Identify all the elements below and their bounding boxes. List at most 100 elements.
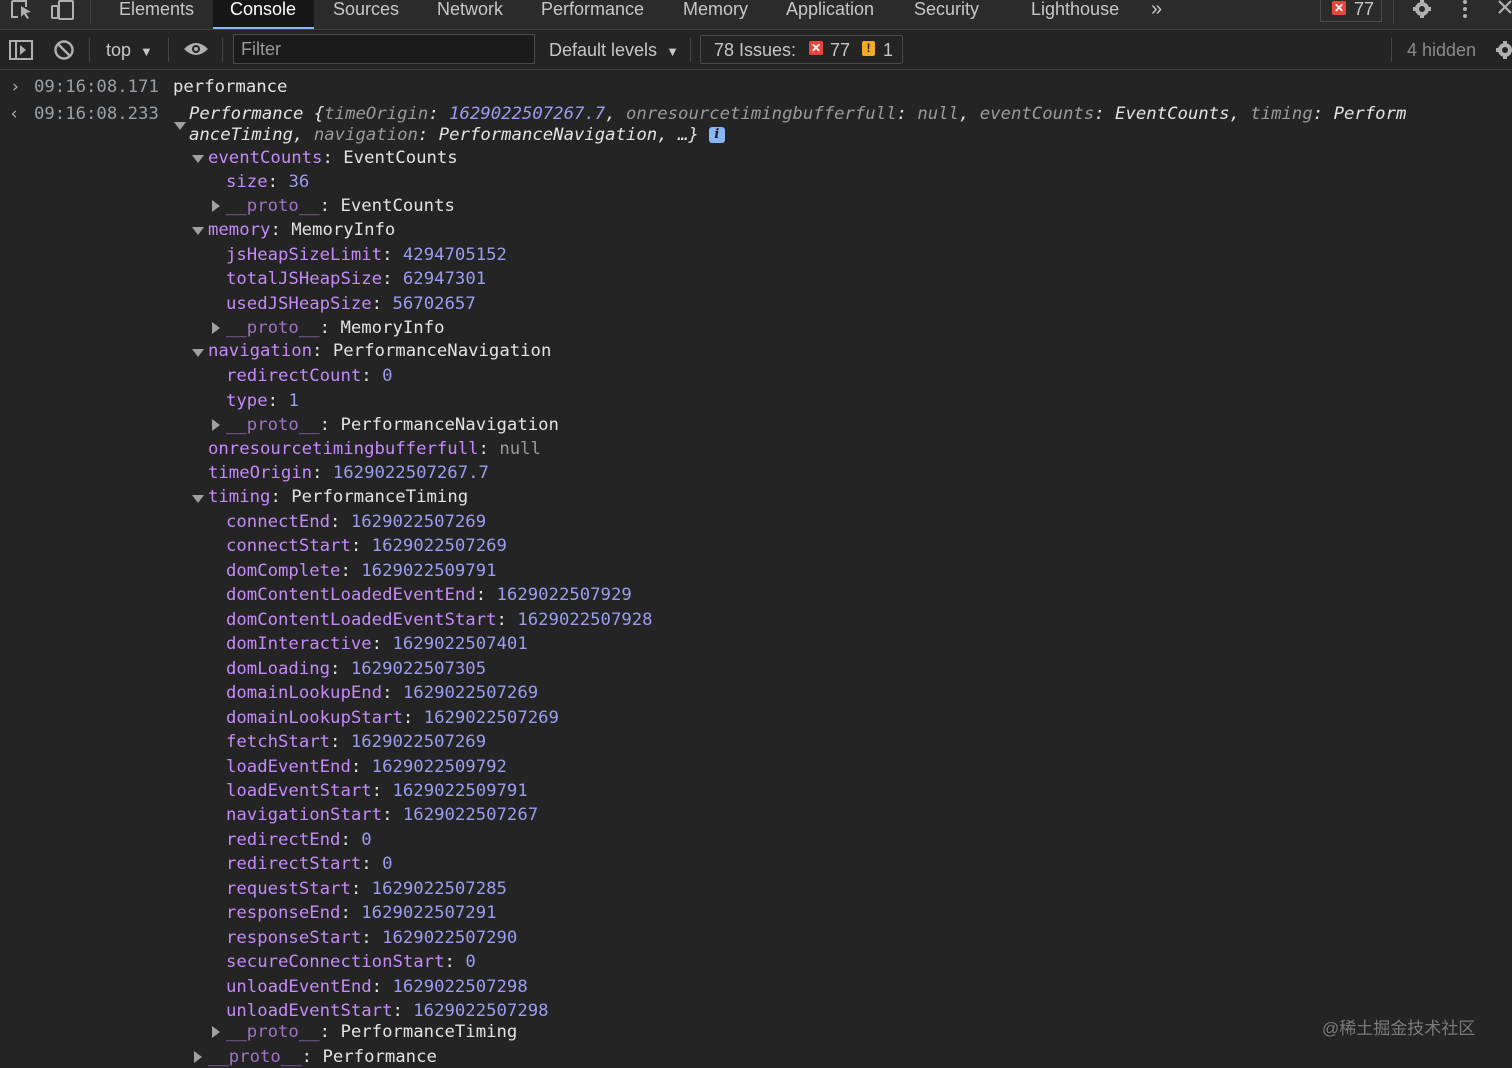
tab-elements[interactable]: Elements xyxy=(119,0,194,29)
property-key: domLoading xyxy=(226,658,331,679)
property-value: 4294705152 xyxy=(402,245,507,265)
timing-property-row: domainLookupStart: 1629022507269 xyxy=(226,707,559,728)
log-levels-dropdown[interactable]: Default levels ▼ xyxy=(549,40,679,62)
property-key: redirectStart xyxy=(226,854,362,875)
live-expression-eye-icon[interactable] xyxy=(183,41,209,57)
timing-property-row: redirectEnd: 0 xyxy=(226,829,372,850)
memory-property-row: totalJSHeapSize: 62947301 xyxy=(226,269,487,290)
clear-console-icon[interactable] xyxy=(53,39,75,61)
property-value: 1629022509792 xyxy=(371,756,507,777)
memory-property-row: jsHeapSizeLimit: 4294705152 xyxy=(226,245,507,265)
timing-property-row: navigationStart: 1629022507267 xyxy=(226,805,539,826)
expand-memory-toggle[interactable] xyxy=(192,227,204,235)
property-key: loadEventEnd xyxy=(226,756,351,777)
devtools-tab-bar: Elements Console Sources Network Perform… xyxy=(0,0,1512,30)
property-value: 1629022507298 xyxy=(413,1001,549,1021)
tab-performance[interactable]: Performance xyxy=(541,0,644,29)
property-key: domContentLoadedEventEnd xyxy=(226,585,476,606)
expand-timing-toggle[interactable] xyxy=(192,495,204,503)
error-count: 77 xyxy=(1354,0,1375,19)
property-key: connectStart xyxy=(226,536,351,557)
issues-error-count: 77 xyxy=(830,40,851,60)
issues-label: 78 Issues: xyxy=(714,40,797,60)
tab-sources[interactable]: Sources xyxy=(333,0,399,29)
input-prompt-icon: › xyxy=(10,77,21,97)
levels-label: Default levels xyxy=(549,40,658,60)
property-key: redirectEnd xyxy=(226,829,341,850)
filter-input[interactable] xyxy=(233,34,535,64)
watermark: @稀土掘金技术社区 xyxy=(1322,1019,1476,1038)
property-value: 1629022507269 xyxy=(350,732,487,753)
eventcounts-row[interactable]: eventCounts: EventCounts xyxy=(208,147,458,169)
timing-property-row: loadEventStart: 1629022509791 xyxy=(226,780,528,801)
property-key: redirectCount xyxy=(226,366,362,386)
timeorigin-row: timeOrigin: 1629022507267.7 xyxy=(208,463,489,483)
double-chevron-right-icon[interactable]: » xyxy=(1151,0,1162,29)
expand-proto-toggle[interactable] xyxy=(212,419,220,431)
error-icon: ✕ xyxy=(1332,1,1346,15)
property-value: 1629022507290 xyxy=(382,927,518,948)
tab-security[interactable]: Security xyxy=(914,0,979,29)
performance-summary[interactable]: Performance {timeOrigin: 1629022507267.7… xyxy=(189,103,1406,125)
expand-navigation-toggle[interactable] xyxy=(192,349,204,357)
property-value: 1629022507305 xyxy=(350,658,487,679)
close-icon[interactable] xyxy=(1496,0,1512,18)
property-value: 62947301 xyxy=(402,269,487,290)
tab-memory[interactable]: Memory xyxy=(683,0,748,29)
expand-proto-toggle[interactable] xyxy=(212,322,220,334)
timing-property-row: domainLookupEnd: 1629022507269 xyxy=(226,683,539,704)
dropdown-arrow-icon: ▼ xyxy=(666,44,679,59)
timing-property-row: requestStart: 1629022507285 xyxy=(226,878,507,899)
eventcounts-size-row: size: 36 xyxy=(226,172,310,192)
expand-proto-toggle[interactable] xyxy=(212,1026,220,1038)
device-toolbar-icon[interactable] xyxy=(50,0,76,20)
timing-property-row: unloadEventEnd: 1629022507298 xyxy=(226,976,528,997)
timing-row[interactable]: timing: PerformanceTiming xyxy=(208,486,468,508)
tab-network[interactable]: Network xyxy=(437,0,503,29)
timing-proto-row[interactable]: __proto__: PerformanceTiming xyxy=(226,1021,517,1043)
timing-property-row: domContentLoadedEventStart: 162902250792… xyxy=(226,609,653,630)
expand-proto-toggle[interactable] xyxy=(194,1051,202,1063)
performance-proto-row[interactable]: __proto__: Performance xyxy=(208,1046,437,1068)
expand-performance-toggle[interactable] xyxy=(174,122,186,130)
property-value: 1629022507298 xyxy=(392,976,528,997)
tab-lighthouse[interactable]: Lighthouse xyxy=(1031,0,1119,29)
issues-button[interactable]: 78 Issues: ✕ 77 ! 1 xyxy=(700,35,903,64)
property-value: 1629022509791 xyxy=(361,560,497,581)
property-value: 1629022507267 xyxy=(402,805,539,826)
property-key: secureConnectionStart xyxy=(226,952,445,973)
property-value: 1629022507285 xyxy=(371,878,507,899)
settings-gear-icon[interactable] xyxy=(1410,0,1434,20)
context-selector[interactable]: top ▼ xyxy=(106,40,153,62)
property-key: domComplete xyxy=(226,560,341,581)
info-icon[interactable]: i xyxy=(708,127,725,143)
property-key: responseEnd xyxy=(226,903,341,924)
more-options-icon[interactable] xyxy=(1459,0,1471,20)
error-counter[interactable]: ✕ 77 xyxy=(1320,0,1382,22)
timing-property-row: domLoading: 1629022507305 xyxy=(226,658,487,679)
console-settings-gear-icon[interactable] xyxy=(1494,39,1512,61)
memory-row[interactable]: memory: MemoryInfo xyxy=(208,219,395,241)
property-value: 1629022507291 xyxy=(361,903,497,924)
property-value: 1629022509791 xyxy=(392,780,528,801)
console-toolbar: top ▼ Default levels ▼ 78 Issues: ✕ 77 !… xyxy=(0,30,1512,70)
property-value: 1629022507269 xyxy=(350,512,487,532)
timing-property-row: secureConnectionStart: 0 xyxy=(226,952,476,973)
sidebar-toggle-icon[interactable] xyxy=(9,39,33,61)
tab-application[interactable]: Application xyxy=(786,0,874,29)
input-timestamp: 09:16:08.171 xyxy=(34,77,159,97)
property-value: 1629022507401 xyxy=(392,634,528,655)
memory-property-row: usedJSHeapSize: 56702657 xyxy=(226,293,476,314)
navigation-row[interactable]: navigation: PerformanceNavigation xyxy=(208,340,551,362)
navigation-proto-row[interactable]: __proto__: PerformanceNavigation xyxy=(226,414,559,436)
tab-console[interactable]: Console xyxy=(213,0,315,29)
eventcounts-proto-row[interactable]: __proto__: EventCounts xyxy=(226,195,455,217)
warning-icon: ! xyxy=(862,41,875,56)
memory-proto-row[interactable]: __proto__: MemoryInfo xyxy=(226,317,445,339)
expand-eventcounts-toggle[interactable] xyxy=(192,155,204,163)
property-key: connectEnd xyxy=(226,512,331,532)
property-value: 1629022507269 xyxy=(423,707,559,728)
inspect-element-icon[interactable] xyxy=(10,0,34,20)
expand-proto-toggle[interactable] xyxy=(212,200,220,212)
error-icon: ✕ xyxy=(809,41,823,55)
